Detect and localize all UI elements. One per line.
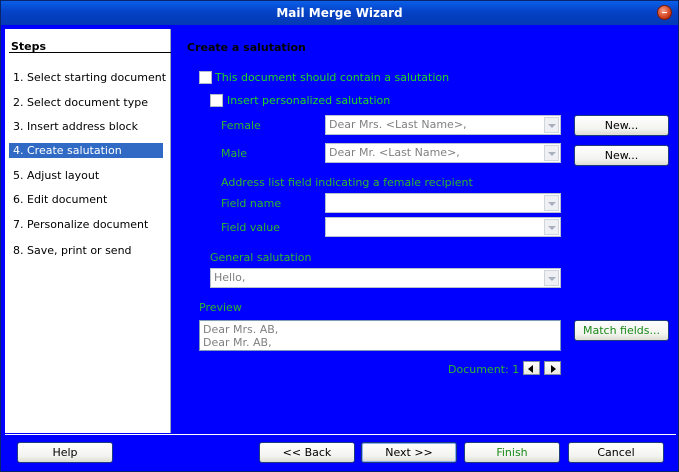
document-counter: Document: 1 [448, 363, 520, 376]
female-salutation-select[interactable]: Dear Mrs. <Last Name>, [325, 115, 561, 135]
step-select-document-type[interactable]: 2. Select document type [9, 95, 163, 110]
insert-personalized-checkbox[interactable] [210, 94, 223, 107]
preview-line-2: Dear Mr. AB, [203, 336, 272, 349]
chevron-down-icon[interactable] [544, 117, 559, 133]
match-fields-button[interactable]: Match fields... [574, 320, 669, 341]
field-value-select[interactable] [325, 217, 561, 237]
back-button[interactable]: << Back [259, 442, 355, 463]
general-salutation-value: Hello, [214, 271, 246, 284]
step-personalize-document[interactable]: 7. Personalize document [9, 217, 163, 232]
female-new-button[interactable]: New... [574, 115, 669, 136]
preview-line-1: Dear Mrs. AB, [203, 323, 279, 336]
previous-document-icon[interactable] [523, 361, 540, 375]
female-salutation-value: Dear Mrs. <Last Name>, [329, 118, 467, 131]
steps-divider [9, 52, 171, 53]
contain-salutation-label: This document should contain a salutatio… [215, 71, 450, 84]
chevron-down-icon[interactable] [544, 145, 559, 161]
field-value-label: Field value [221, 221, 280, 234]
page-title: Create a salutation [187, 41, 306, 54]
step-save-print-send[interactable]: 8. Save, print or send [9, 243, 163, 258]
address-field-label: Address list field indicating a female r… [221, 176, 473, 189]
cancel-button[interactable]: Cancel [568, 442, 664, 463]
male-new-button[interactable]: New... [574, 145, 669, 166]
field-name-label: Field name [221, 197, 282, 210]
window-title: Mail Merge Wizard [276, 6, 403, 20]
male-salutation-select[interactable]: Dear Mr. <Last Name>, [325, 143, 561, 163]
close-window-icon[interactable] [657, 5, 672, 20]
step-edit-document[interactable]: 6. Edit document [9, 192, 163, 207]
next-document-icon[interactable] [544, 361, 561, 375]
title-bar: Mail Merge Wizard [1, 1, 678, 25]
step-create-salutation[interactable]: 4. Create salutation [9, 143, 163, 158]
help-button[interactable]: Help [17, 442, 113, 463]
chevron-down-icon[interactable] [544, 219, 559, 235]
general-salutation-select[interactable]: Hello, [210, 268, 561, 288]
next-button[interactable]: Next >> [361, 442, 457, 463]
main-panel: Create a salutation This document should… [172, 29, 676, 433]
steps-panel: Steps 1. Select starting document 2. Sel… [5, 29, 171, 433]
button-bar: Help << Back Next >> Finish Cancel [5, 434, 676, 469]
step-adjust-layout[interactable]: 5. Adjust layout [9, 168, 163, 183]
general-salutation-label: General salutation [210, 251, 312, 264]
contain-salutation-checkbox[interactable] [199, 71, 212, 84]
step-insert-address-block[interactable]: 3. Insert address block [9, 119, 163, 134]
chevron-down-icon[interactable] [544, 195, 559, 211]
preview-box: Dear Mrs. AB, Dear Mr. AB, [199, 320, 561, 351]
finish-button[interactable]: Finish [464, 442, 560, 463]
male-salutation-value: Dear Mr. <Last Name>, [329, 146, 460, 159]
male-label: Male [221, 147, 248, 160]
field-name-select[interactable] [325, 193, 561, 213]
insert-personalized-label: Insert personalized salutation [227, 94, 391, 107]
chevron-down-icon[interactable] [544, 270, 559, 286]
mail-merge-wizard-window: Mail Merge Wizard Steps 1. Select starti… [0, 0, 679, 472]
female-label: Female [221, 119, 261, 132]
preview-label: Preview [199, 301, 242, 314]
step-select-starting-document[interactable]: 1. Select starting document [9, 70, 166, 85]
